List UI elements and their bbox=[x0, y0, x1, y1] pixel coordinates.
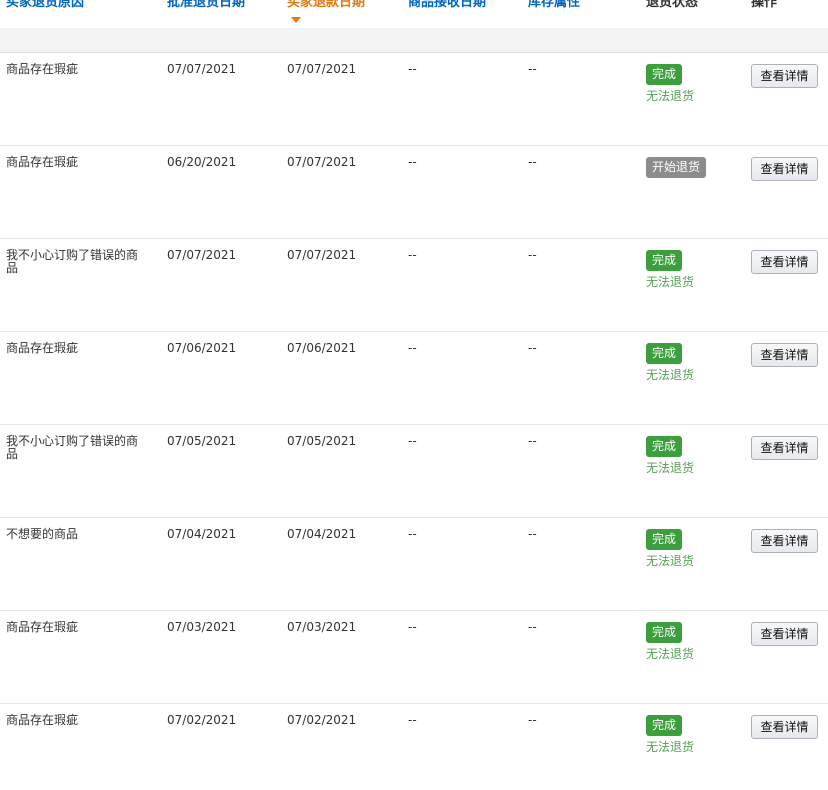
action-cell: 查看详情 bbox=[751, 715, 818, 739]
receive-date: -- bbox=[408, 341, 417, 355]
refund-date: 07/02/2021 bbox=[287, 713, 357, 727]
status-cell: 完成 无法退货 bbox=[646, 64, 694, 103]
header-status: 退货状态 bbox=[646, 0, 699, 10]
status-cell: 完成 无法退货 bbox=[646, 529, 694, 568]
receive-date: -- bbox=[408, 713, 417, 727]
table-row: 商品存在瑕疵 07/06/2021 07/06/2021 -- -- 完成无法退货 查看详情 bbox=[0, 332, 828, 425]
table-row: 我不小心订购了错误的商品 07/07/2021 07/07/2021 -- -- 完成无法… bbox=[0, 239, 828, 332]
stock-attribute: -- bbox=[528, 620, 537, 634]
view-details-button[interactable]: 查看详情 bbox=[751, 250, 818, 274]
status-note: 无法退货 bbox=[646, 740, 695, 754]
stock-attribute: -- bbox=[528, 155, 537, 169]
view-details-button[interactable]: 查看详情 bbox=[751, 343, 818, 367]
status-cell: 开始退货 bbox=[646, 157, 707, 178]
stock-attribute: -- bbox=[528, 434, 537, 448]
status-badge: 完成 bbox=[646, 622, 683, 643]
return-reason: 商品存在瑕疵 bbox=[6, 341, 79, 355]
receive-date: -- bbox=[408, 155, 417, 169]
header-action: 操作 bbox=[751, 0, 778, 10]
stock-attribute: -- bbox=[528, 248, 537, 262]
sort-desc-icon[interactable] bbox=[291, 17, 301, 23]
return-reason: 我不小心订购了错误的商品 bbox=[6, 248, 139, 275]
header-reason[interactable]: 买家退货原因 bbox=[6, 0, 84, 12]
action-cell: 查看详情 bbox=[751, 157, 818, 181]
refund-date: 07/06/2021 bbox=[287, 341, 357, 355]
stock-attribute: -- bbox=[528, 713, 537, 727]
view-details-button[interactable]: 查看详情 bbox=[751, 622, 818, 646]
action-cell: 查看详情 bbox=[751, 64, 818, 88]
receive-date: -- bbox=[408, 62, 417, 76]
status-note: 无法退货 bbox=[646, 275, 695, 289]
status-cell: 完成 无法退货 bbox=[646, 343, 694, 382]
refund-date: 07/05/2021 bbox=[287, 434, 357, 448]
view-details-button[interactable]: 查看详情 bbox=[751, 715, 818, 739]
header-receive-date[interactable]: 商品接收日期 bbox=[408, 0, 486, 12]
table-row: 商品存在瑕疵 07/07/2021 07/07/2021 -- -- 完成无法退货 查看详情 bbox=[0, 53, 828, 146]
refund-date: 07/07/2021 bbox=[287, 62, 357, 76]
status-badge: 开始退货 bbox=[646, 157, 707, 178]
status-badge: 完成 bbox=[646, 715, 683, 736]
receive-date: -- bbox=[408, 527, 417, 541]
table-row: 商品存在瑕疵 07/03/2021 07/03/2021 -- -- 完成无法退货 查看详情 bbox=[0, 611, 828, 704]
action-cell: 查看详情 bbox=[751, 436, 818, 460]
header-refund-date[interactable]: 买家退款日期 bbox=[287, 0, 365, 12]
status-badge: 完成 bbox=[646, 250, 683, 271]
approve-date: 07/05/2021 bbox=[167, 434, 237, 448]
receive-date: -- bbox=[408, 248, 417, 262]
status-cell: 完成 无法退货 bbox=[646, 715, 694, 754]
receive-date: -- bbox=[408, 434, 417, 448]
status-cell: 完成 无法退货 bbox=[646, 250, 694, 289]
view-details-button[interactable]: 查看详情 bbox=[751, 436, 818, 460]
approve-date: 07/06/2021 bbox=[167, 341, 237, 355]
returns-table-body: 商品存在瑕疵 07/07/2021 07/07/2021 -- -- 完成 无法退货 查看详情… bbox=[0, 53, 828, 790]
header-approve-date[interactable]: 批准退货日期 bbox=[167, 0, 245, 12]
table-row: 我不小心订购了错误的商品 07/05/2021 07/05/2021 -- -- 完成无法… bbox=[0, 425, 828, 518]
header-separator-band bbox=[0, 28, 828, 53]
view-details-button[interactable]: 查看详情 bbox=[751, 64, 818, 88]
view-details-button[interactable]: 查看详情 bbox=[751, 529, 818, 553]
stock-attribute: -- bbox=[528, 341, 537, 355]
status-note: 无法退货 bbox=[646, 368, 695, 382]
status-note: 无法退货 bbox=[646, 554, 695, 568]
approve-date: 07/03/2021 bbox=[167, 620, 237, 634]
action-cell: 查看详情 bbox=[751, 250, 818, 274]
status-badge: 完成 bbox=[646, 64, 683, 85]
return-reason: 商品存在瑕疵 bbox=[6, 62, 79, 76]
stock-attribute: -- bbox=[528, 62, 537, 76]
stock-attribute: -- bbox=[528, 527, 537, 541]
table-row: 商品存在瑕疵 07/02/2021 07/02/2021 -- -- 完成无法退货 查看详情 bbox=[0, 704, 828, 790]
approve-date: 07/02/2021 bbox=[167, 713, 237, 727]
status-note: 无法退货 bbox=[646, 647, 695, 661]
table-row: 不想要的商品 07/04/2021 07/04/2021 -- -- 完成无法退货 查看详情 bbox=[0, 518, 828, 611]
action-cell: 查看详情 bbox=[751, 529, 818, 553]
status-note: 无法退货 bbox=[646, 461, 695, 475]
refund-date: 07/07/2021 bbox=[287, 248, 357, 262]
returns-page: 买家退货原因 批准退货日期 买家退款日期 商品接收日期 库存属性 退货状态 操作… bbox=[0, 0, 828, 790]
status-note: 无法退货 bbox=[646, 89, 695, 103]
status-cell: 完成 无法退货 bbox=[646, 436, 694, 475]
refund-date: 07/07/2021 bbox=[287, 155, 357, 169]
refund-date: 07/04/2021 bbox=[287, 527, 357, 541]
view-details-button[interactable]: 查看详情 bbox=[751, 157, 818, 181]
table-row: 商品存在瑕疵 06/20/2021 07/07/2021 -- -- 开始退货 查看详情 bbox=[0, 146, 828, 239]
status-cell: 完成 无法退货 bbox=[646, 622, 694, 661]
approve-date: 07/07/2021 bbox=[167, 248, 237, 262]
approve-date: 07/07/2021 bbox=[167, 62, 237, 76]
refund-date: 07/03/2021 bbox=[287, 620, 357, 634]
table-header: 买家退货原因 批准退货日期 买家退款日期 商品接收日期 库存属性 退货状态 操作 bbox=[0, 0, 828, 28]
return-reason: 商品存在瑕疵 bbox=[6, 713, 79, 727]
status-badge: 完成 bbox=[646, 529, 683, 550]
return-reason: 我不小心订购了错误的商品 bbox=[6, 434, 139, 461]
action-cell: 查看详情 bbox=[751, 343, 818, 367]
return-reason: 商品存在瑕疵 bbox=[6, 155, 79, 169]
action-cell: 查看详情 bbox=[751, 622, 818, 646]
status-badge: 完成 bbox=[646, 436, 683, 457]
return-reason: 不想要的商品 bbox=[6, 527, 79, 541]
approve-date: 07/04/2021 bbox=[167, 527, 237, 541]
receive-date: -- bbox=[408, 620, 417, 634]
status-badge: 完成 bbox=[646, 343, 683, 364]
header-stock-attr[interactable]: 库存属性 bbox=[528, 0, 580, 12]
approve-date: 06/20/2021 bbox=[167, 155, 237, 169]
return-reason: 商品存在瑕疵 bbox=[6, 620, 79, 634]
